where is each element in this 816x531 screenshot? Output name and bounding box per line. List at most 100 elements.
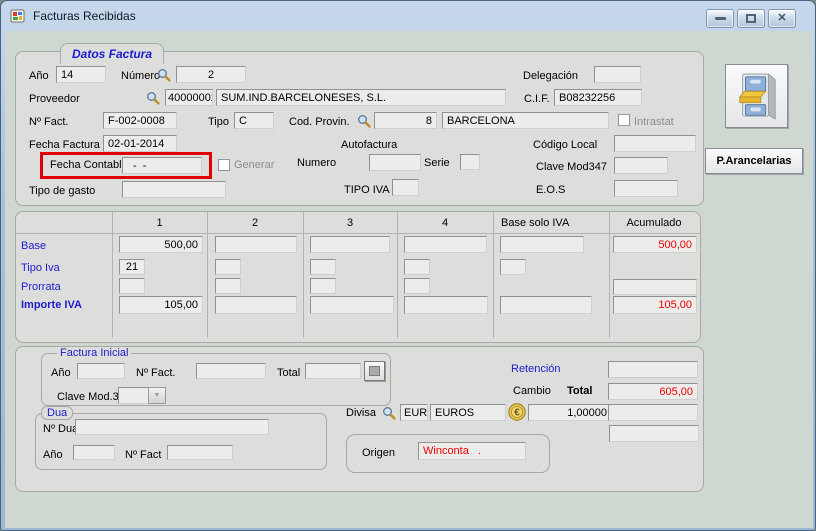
tipo-gasto-field[interactable] — [122, 181, 226, 198]
euro-coin-icon[interactable]: € — [508, 403, 526, 421]
divisa-code-field[interactable]: EUR — [400, 404, 428, 421]
archive-button[interactable] — [725, 64, 788, 128]
clave-mod340-dropdown-button[interactable]: ▼ — [148, 387, 166, 404]
cambio-rate-field[interactable]: 1,00000 — [528, 404, 612, 421]
divisa-label: Divisa — [346, 407, 376, 419]
minimize-button[interactable] — [706, 9, 734, 28]
dua-ano-label: Año — [43, 449, 63, 461]
clave-mod347-field[interactable] — [614, 157, 668, 174]
base-row-label: Base — [21, 240, 46, 252]
proveedor-name-field[interactable]: SUM.IND.BARCELONESES, S.L. — [216, 89, 506, 106]
total-field: 605,00 — [608, 383, 698, 400]
dua-title: Dua — [41, 406, 73, 420]
ano-label: Año — [29, 70, 49, 82]
fi-total-button[interactable] — [364, 361, 385, 381]
numero-doc-field[interactable] — [369, 154, 421, 171]
base-c2-field[interactable] — [215, 236, 297, 253]
importe-iva-acumulado-field: 105,00 — [613, 296, 697, 314]
codigo-local-field[interactable] — [614, 135, 696, 152]
cod-provin-code-field[interactable]: 8 — [374, 112, 437, 129]
fecha-factura-label: Fecha Factura — [29, 139, 100, 151]
tipo-iva-c3-field[interactable] — [310, 259, 336, 275]
proveedor-search-icon[interactable] — [146, 91, 160, 105]
importe-iva-c4-field[interactable] — [404, 296, 488, 314]
col-header-1: 1 — [112, 217, 207, 229]
fi-nfact-field[interactable] — [196, 363, 266, 379]
origen-label: Origen — [362, 447, 395, 459]
close-icon: ✕ — [777, 13, 786, 24]
form-content: Datos Factura Año 14 Número 2 Delegación… — [5, 31, 813, 528]
serie-field[interactable] — [460, 154, 480, 170]
tipo-field[interactable]: C — [234, 112, 274, 129]
divisa-search-icon[interactable] — [382, 406, 396, 420]
ndua-label: Nº Dua — [43, 423, 78, 435]
tipo-label: Tipo — [208, 116, 229, 128]
prorrata-acumulado-field[interactable] — [613, 279, 697, 295]
fi-ano-field[interactable] — [77, 363, 125, 379]
ano-field[interactable]: 14 — [56, 66, 106, 83]
divisa-name-field[interactable]: EUROS — [430, 404, 506, 421]
importe-iva-c2-field[interactable] — [215, 296, 297, 314]
base-c1-field[interactable]: 500,00 — [119, 236, 203, 253]
close-button[interactable]: ✕ — [768, 9, 796, 28]
origen-field: Winconta . — [418, 442, 526, 460]
retencion-field[interactable] — [608, 361, 698, 378]
generar-label: Generar — [234, 159, 274, 171]
ndua-field[interactable] — [75, 419, 269, 435]
maximize-button[interactable] — [737, 9, 765, 28]
nfact-field[interactable]: F-002-0008 — [103, 112, 177, 129]
numero-field[interactable]: 2 — [176, 66, 246, 83]
iva-table-panel — [15, 211, 701, 343]
dua-nfact-label: Nº Fact — [125, 449, 161, 461]
dua-nfact-field[interactable] — [167, 445, 233, 460]
tipo-iva-c2-field[interactable] — [215, 259, 241, 275]
prorrata-c1-field[interactable] — [119, 278, 145, 294]
tipo-iva-base-solo-field[interactable] — [500, 259, 526, 275]
importe-iva-c3-field[interactable] — [310, 296, 394, 314]
arancelarias-button[interactable]: P.Arancelarias — [705, 148, 803, 174]
cambio-label: Cambio — [513, 385, 551, 397]
numero-search-icon[interactable] — [157, 68, 171, 82]
column-separator — [112, 212, 113, 338]
fecha-contable-field[interactable]: - - — [122, 157, 202, 174]
importe-iva-base-solo-field[interactable] — [500, 296, 592, 314]
prorrata-c3-field[interactable] — [310, 278, 336, 294]
base-c4-field[interactable] — [404, 236, 487, 253]
header-separator — [16, 233, 700, 234]
totals-blank-field-2[interactable] — [609, 425, 699, 442]
base-c3-field[interactable] — [310, 236, 390, 253]
proveedor-code-field[interactable]: 40000002 — [165, 89, 213, 106]
cif-label: C.I.F. — [524, 93, 550, 105]
facturas-recibidas-window: Facturas Recibidas ✕ Datos Factura Año 1… — [0, 0, 816, 531]
cod-provin-search-icon[interactable] — [357, 114, 371, 128]
fi-total-field[interactable] — [305, 363, 361, 379]
col-header-base-solo-iva: Base solo IVA — [501, 217, 569, 229]
base-solo-iva-field[interactable] — [500, 236, 584, 253]
prorrata-c2-field[interactable] — [215, 278, 241, 294]
fecha-factura-field[interactable]: 02-01-2014 — [103, 135, 177, 152]
delegacion-field[interactable] — [594, 66, 641, 83]
tipo-iva-field[interactable] — [392, 179, 419, 196]
col-header-4: 4 — [397, 217, 493, 229]
totals-blank-field-1[interactable] — [608, 404, 698, 421]
importe-iva-c1-field[interactable]: 105,00 — [119, 296, 203, 314]
tipo-iva-label: TIPO IVA — [344, 184, 390, 196]
tab-datos-factura[interactable]: Datos Factura — [60, 43, 164, 64]
svg-text:€: € — [514, 408, 520, 419]
fi-total-button-icon — [369, 366, 380, 376]
cif-field[interactable]: B08232256 — [554, 89, 642, 106]
prorrata-c4-field[interactable] — [404, 278, 430, 294]
intrastat-checkbox[interactable] — [618, 114, 630, 126]
eos-field[interactable] — [614, 180, 678, 197]
generar-checkbox[interactable] — [218, 159, 230, 171]
column-separator — [207, 212, 208, 338]
tipo-gasto-label: Tipo de gasto — [29, 185, 95, 197]
retencion-label: Retención — [511, 363, 561, 375]
fi-ano-label: Año — [51, 367, 71, 379]
dua-ano-field[interactable] — [73, 445, 115, 460]
tipo-iva-c1-field[interactable]: 21 — [119, 259, 145, 275]
eos-label: E.O.S — [536, 184, 565, 196]
tipo-iva-c4-field[interactable] — [404, 259, 430, 275]
cod-provin-name-field[interactable]: BARCELONA — [442, 112, 609, 129]
clave-mod340-field[interactable] — [118, 387, 149, 404]
